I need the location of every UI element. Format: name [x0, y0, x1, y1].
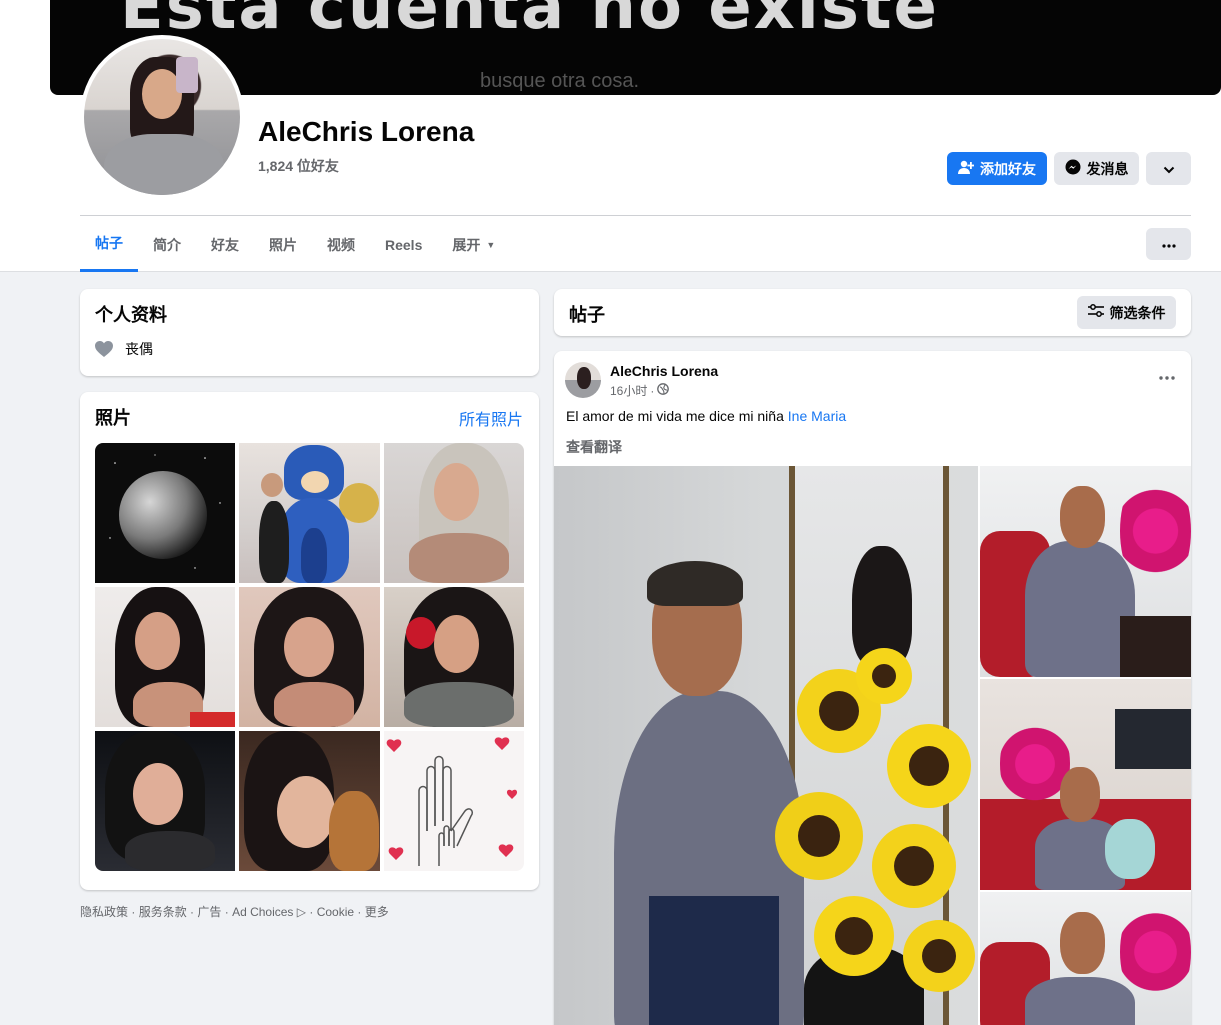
- filter-button[interactable]: 筛选条件: [1077, 296, 1176, 329]
- post-options-button[interactable]: [1159, 367, 1175, 385]
- tab-reels[interactable]: Reels: [370, 217, 437, 272]
- terms-link[interactable]: 服务条款: [139, 905, 187, 919]
- more-dots-icon: [1161, 235, 1176, 253]
- post-timestamp[interactable]: 16小时: [610, 382, 647, 399]
- photo-grid: [95, 443, 524, 871]
- post-body: El amor de mi vida me dice mi niña: [566, 408, 788, 424]
- filter-label: 筛选条件: [1109, 304, 1166, 321]
- posts-header-card: 帖子 筛选条件: [554, 289, 1191, 336]
- post-card: AleChris Lorena 16小时 · El amor de mi vid…: [554, 351, 1191, 1025]
- post-photo-thumb[interactable]: [980, 679, 1191, 890]
- tab-more[interactable]: 展开 ▼: [437, 217, 510, 272]
- tab-friends[interactable]: 好友: [196, 217, 254, 272]
- tab-photos[interactable]: 照片: [254, 217, 312, 272]
- person-plus-icon: [958, 160, 975, 177]
- photos-card: 照片 所有照片: [80, 392, 539, 890]
- friend-count[interactable]: 1,824 位好友: [258, 156, 339, 176]
- heart-icon: [95, 341, 113, 357]
- privacy-link[interactable]: 隐私政策: [80, 905, 128, 919]
- chevron-down-icon: [1163, 161, 1175, 177]
- post-mention[interactable]: Ine Maria: [788, 408, 846, 424]
- post-photo-thumb[interactable]: [980, 466, 1191, 677]
- photo-thumbnail[interactable]: [384, 731, 524, 871]
- profile-menu-button[interactable]: [1146, 228, 1191, 260]
- photo-thumbnail[interactable]: [384, 587, 524, 727]
- ad-choices-link[interactable]: Ad Choices: [232, 905, 293, 919]
- all-photos-link[interactable]: 所有照片: [459, 406, 523, 430]
- post-photo-thumb[interactable]: [980, 892, 1191, 1025]
- sliders-icon: [1087, 304, 1104, 321]
- profile-header: Esta cuenta no existe busque otra cosa. …: [0, 0, 1221, 272]
- globe-icon: [657, 383, 670, 398]
- post-text: El amor de mi vida me dice mi niña Ine M…: [566, 408, 846, 424]
- photo-thumbnail[interactable]: [239, 587, 380, 727]
- photos-title: 照片: [95, 408, 131, 428]
- photo-thumbnail[interactable]: [95, 731, 235, 871]
- see-translation-link[interactable]: 查看翻译: [566, 437, 622, 457]
- post-author-avatar[interactable]: [565, 362, 601, 398]
- intro-card: 个人资料 丧偶: [80, 289, 539, 376]
- cover-headline: Esta cuenta no existe: [120, 0, 939, 44]
- tab-about[interactable]: 简介: [138, 217, 196, 272]
- post-photo-collage: [554, 466, 1191, 1025]
- tab-videos[interactable]: 视频: [312, 217, 370, 272]
- more-dots-icon: [1159, 376, 1175, 380]
- profile-tabs: 帖子 简介 好友 照片 视频 Reels 展开 ▼: [80, 217, 510, 272]
- photo-thumbnail[interactable]: [95, 443, 235, 583]
- relationship-row: 丧偶: [95, 339, 153, 359]
- header-divider: [80, 215, 1191, 216]
- profile-name: AleChris Lorena: [258, 116, 475, 147]
- messenger-icon: [1065, 159, 1081, 178]
- post-author-name[interactable]: AleChris Lorena: [610, 363, 718, 379]
- cookie-link[interactable]: Cookie: [317, 905, 354, 919]
- photo-thumbnail[interactable]: [95, 587, 235, 727]
- message-label: 发消息: [1086, 160, 1129, 177]
- footer-links: 隐私政策 · 服务条款 · 广告 · Ad Choices ▷ · Cookie…: [80, 905, 389, 919]
- add-friend-label: 添加好友: [980, 160, 1036, 177]
- more-link[interactable]: 更多: [365, 905, 389, 919]
- caret-down-icon: ▼: [486, 239, 496, 250]
- photo-thumbnail[interactable]: [239, 731, 380, 871]
- post-photo-main[interactable]: [554, 466, 978, 1025]
- photo-thumbnail[interactable]: [239, 443, 380, 583]
- cover-subline: busque otra cosa.: [480, 70, 639, 92]
- relationship-status: 丧偶: [125, 341, 153, 357]
- photo-thumbnail[interactable]: [384, 443, 524, 583]
- profile-avatar[interactable]: [80, 35, 244, 199]
- post-meta: 16小时 ·: [610, 382, 670, 399]
- ads-link[interactable]: 广告: [197, 905, 221, 919]
- add-friend-button[interactable]: 添加好友: [947, 152, 1047, 185]
- intro-title: 个人资料: [95, 305, 167, 325]
- more-actions-button[interactable]: [1146, 152, 1191, 185]
- tab-posts[interactable]: 帖子: [80, 217, 138, 272]
- ad-choices-icon: ▷: [296, 905, 307, 919]
- message-button[interactable]: 发消息: [1054, 152, 1139, 185]
- posts-title: 帖子: [569, 305, 605, 325]
